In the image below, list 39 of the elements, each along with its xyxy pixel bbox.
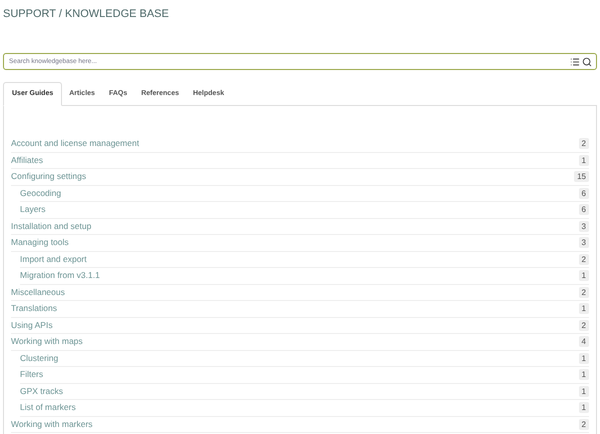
count-badge: 1 [578, 369, 589, 380]
count-badge: 4 [578, 336, 589, 348]
count-badge: 2 [578, 254, 589, 265]
count-badge: 15 [574, 171, 589, 182]
count-badge: 6 [578, 204, 589, 216]
category-link[interactable]: Working with markers [11, 418, 93, 431]
count-badge: 1 [578, 386, 589, 397]
category-link[interactable]: Import and export [20, 252, 87, 266]
category-link[interactable]: Account and license management [11, 137, 140, 150]
count-badge: 2 [578, 418, 589, 430]
count-badge: 1 [578, 154, 589, 166]
category-link[interactable]: List of markers [20, 401, 76, 414]
category-link[interactable]: Configuring settings [11, 170, 86, 184]
count-badge: 1 [578, 303, 589, 314]
count-badge: 1 [578, 402, 589, 414]
count-badge: 6 [578, 188, 589, 199]
category-link[interactable]: GPX tracks [20, 384, 63, 398]
category-link[interactable]: Affiliates [11, 154, 43, 167]
category-link[interactable]: Clustering [20, 352, 58, 365]
count-badge: 2 [578, 320, 589, 331]
category-link[interactable]: Translations [11, 302, 57, 316]
count-badge: 2 [578, 286, 589, 298]
count-badge: 3 [578, 237, 589, 248]
category-link[interactable]: Managing tools [11, 236, 69, 250]
count-badge: 1 [578, 352, 589, 364]
category-link[interactable]: Geocoding [20, 186, 62, 200]
category-link[interactable]: Miscellaneous [11, 286, 65, 299]
count-badge: 1 [578, 270, 589, 282]
category-link[interactable]: Using APIs [11, 318, 53, 332]
category-link[interactable]: Migration from v3.1.1 [20, 269, 100, 282]
category-link[interactable]: Layers [20, 203, 46, 216]
count-badge: 3 [578, 220, 589, 232]
count-badge: 2 [578, 138, 589, 150]
category-link[interactable]: Working with maps [11, 335, 83, 348]
search-icon[interactable] [582, 56, 592, 66]
category-link[interactable]: Installation and setup [11, 220, 92, 233]
list-icon[interactable] [570, 56, 580, 66]
category-link[interactable]: Filters [20, 368, 44, 382]
page-title: SUPPORT / KNOWLEDGE BASE [3, 7, 170, 22]
